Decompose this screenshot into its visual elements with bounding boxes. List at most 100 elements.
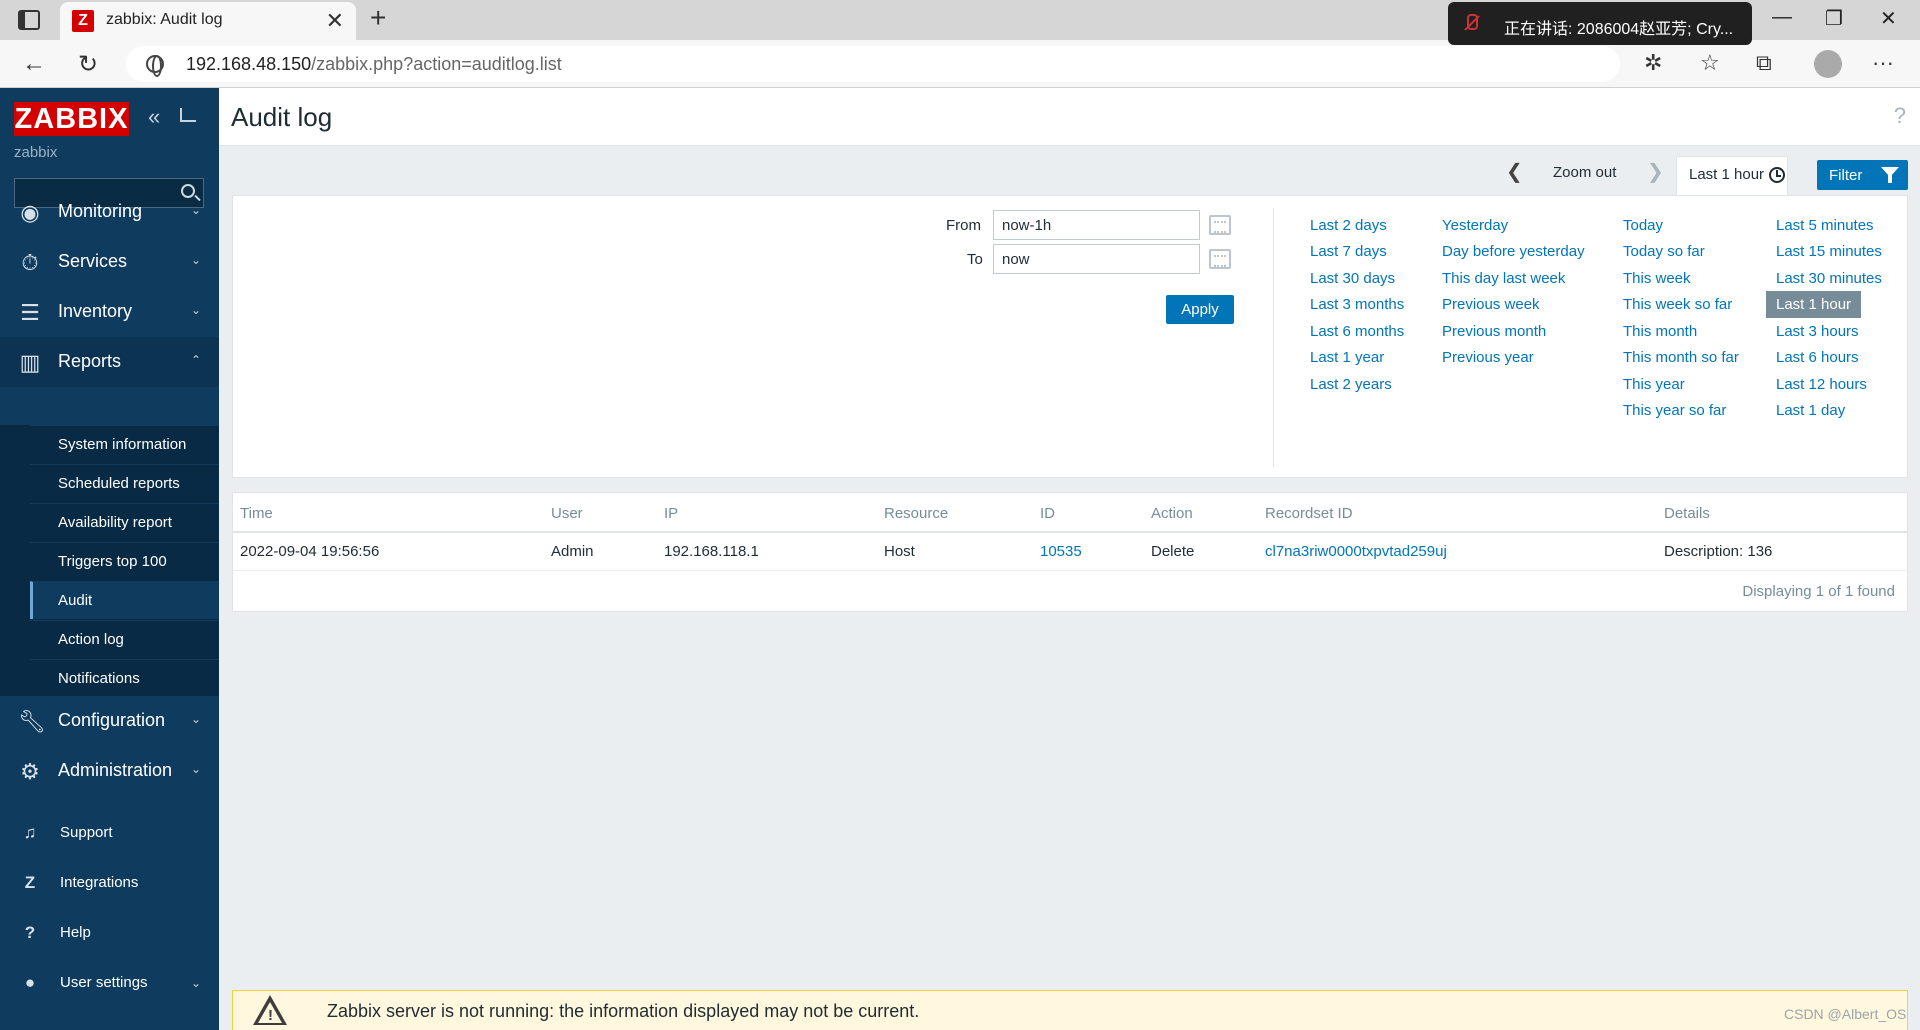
quick-range-link[interactable]: Last 6 hours: [1776, 349, 1859, 366]
from-input[interactable]: [993, 210, 1200, 240]
gear-icon: ⚙: [20, 759, 40, 784]
clock-icon: [1769, 167, 1785, 183]
quick-range-link[interactable]: Last 1 day: [1776, 402, 1845, 419]
menu-label: Support: [60, 824, 113, 841]
sidebar: ZABBIX « zabbix ◉ Monitoring ⌄ ⏱ Service…: [0, 88, 219, 1030]
zabbix-logo[interactable]: ZABBIX: [14, 102, 129, 136]
quick-range-link[interactable]: This month so far: [1623, 349, 1739, 366]
menu-reports[interactable]: ▥ Reports ⌃: [0, 337, 219, 387]
submenu-system-information[interactable]: System information: [30, 425, 219, 463]
column-header-time: Time: [240, 505, 273, 522]
quick-range-link[interactable]: Yesterday: [1442, 217, 1508, 234]
menu-integrations[interactable]: Z Integrations: [0, 863, 219, 903]
quick-range-link[interactable]: Last 2 years: [1310, 376, 1392, 393]
user-icon: ●: [24, 973, 36, 992]
filter-icon: [1881, 167, 1899, 183]
submenu-triggers-top-100[interactable]: Triggers top 100: [30, 542, 219, 580]
cell-id-link[interactable]: 10535: [1040, 543, 1082, 560]
tab-actions-icon[interactable]: [18, 10, 40, 30]
chevron-down-icon: ⌄: [190, 976, 201, 990]
new-tab-button[interactable]: +: [370, 2, 386, 34]
filter-divider: [1273, 208, 1274, 466]
time-filter-panel: From To Apply Last 2 days Last 7 days La…: [232, 195, 1908, 478]
quick-range-link[interactable]: Last 1 year: [1310, 349, 1384, 366]
cell-user: Admin: [551, 543, 594, 560]
chevron-right-icon[interactable]: ❯: [1647, 159, 1664, 184]
maximize-button[interactable]: ❐: [1825, 6, 1843, 31]
reload-icon[interactable]: ↻: [78, 50, 98, 79]
collapse-sidebar-icon[interactable]: «: [148, 104, 160, 130]
menu-label: Monitoring: [58, 201, 143, 221]
zoom-out-button[interactable]: Zoom out: [1553, 164, 1616, 181]
quick-range-link[interactable]: Previous week: [1442, 296, 1540, 313]
close-window-button[interactable]: ✕: [1880, 6, 1897, 31]
tab-close-icon[interactable]: ✕: [326, 8, 344, 34]
help-icon[interactable]: ?: [1894, 103, 1906, 129]
quick-range-link[interactable]: Previous month: [1442, 323, 1546, 340]
submenu-action-log[interactable]: Action log: [30, 620, 219, 658]
quick-range-link[interactable]: Last 5 minutes: [1776, 217, 1874, 234]
quick-range-link[interactable]: This day last week: [1442, 270, 1565, 287]
back-icon[interactable]: ←: [22, 50, 46, 78]
chevron-left-icon[interactable]: ❮: [1506, 159, 1523, 184]
address-bar-row: ← ↻ 192.168.48.150/zabbix.php?action=aud…: [0, 40, 1920, 88]
column-header-details: Details: [1664, 505, 1710, 522]
time-range-tab[interactable]: Last 1 hour: [1676, 156, 1788, 196]
quick-range-link[interactable]: Today: [1623, 217, 1663, 234]
menu-user-settings[interactable]: ● User settings ⌄: [0, 963, 219, 1003]
quick-range-link[interactable]: This year: [1623, 376, 1685, 393]
menu-administration[interactable]: ⚙ Administration ⌄: [0, 746, 219, 796]
menu-label: Configuration: [58, 710, 166, 730]
quick-range-link[interactable]: This month: [1623, 323, 1697, 340]
minimize-button[interactable]: —: [1772, 6, 1792, 29]
submenu-label: Scheduled reports: [58, 475, 180, 492]
collections-icon[interactable]: ⧉: [1756, 50, 1772, 76]
quick-range-link[interactable]: Last 30 days: [1310, 270, 1395, 287]
calendar-icon[interactable]: [1209, 215, 1231, 235]
menu-label: Reports: [58, 351, 122, 371]
quick-range-link[interactable]: Last 6 months: [1310, 323, 1404, 340]
submenu-notifications[interactable]: Notifications: [30, 659, 219, 697]
menu-inventory[interactable]: ☰ Inventory ⌄: [0, 287, 219, 337]
quick-range-link[interactable]: Previous year: [1442, 349, 1534, 366]
quick-range-link[interactable]: Today so far: [1623, 243, 1705, 260]
quick-range-link[interactable]: Last 2 days: [1310, 217, 1387, 234]
filter-tab-button[interactable]: Filter: [1817, 160, 1908, 190]
favorites-icon[interactable]: ☆: [1700, 50, 1720, 76]
menu-monitoring[interactable]: ◉ Monitoring ⌄: [0, 187, 219, 237]
column-header-id: ID: [1040, 505, 1055, 522]
quick-range-link[interactable]: Last 7 days: [1310, 243, 1387, 260]
quick-range-link[interactable]: Day before yesterday: [1442, 243, 1585, 260]
menu-configuration[interactable]: 🔧︎ Configuration ⌄: [0, 696, 219, 746]
menu-help[interactable]: ? Help: [0, 913, 219, 953]
quick-range-selected[interactable]: Last 1 hour: [1766, 291, 1862, 318]
quick-range-link[interactable]: Last 30 minutes: [1776, 270, 1882, 287]
profile-avatar[interactable]: [1814, 50, 1842, 78]
browser-tab[interactable]: Z zabbix: Audit log ✕: [60, 2, 356, 40]
cell-details: Description: 136: [1664, 543, 1773, 560]
calendar-icon[interactable]: [1209, 249, 1231, 269]
cell-recordset-id-link[interactable]: cl7na3riw0000txpvtad259uj: [1265, 543, 1447, 560]
more-menu-icon[interactable]: ···: [1872, 50, 1894, 76]
submenu-label: System information: [58, 436, 187, 453]
extensions-icon[interactable]: ✲: [1644, 50, 1662, 76]
to-input[interactable]: [993, 244, 1200, 274]
reports-submenu: System information Scheduled reports Ava…: [0, 425, 219, 696]
submenu-availability-report[interactable]: Availability report: [30, 503, 219, 541]
submenu-scheduled-reports[interactable]: Scheduled reports: [30, 464, 219, 502]
quick-range-link[interactable]: Last 3 months: [1310, 296, 1404, 313]
menu-services[interactable]: ⏱ Services ⌄: [0, 237, 219, 287]
column-header-user: User: [551, 505, 583, 522]
quick-range-link[interactable]: This year so far: [1623, 402, 1726, 419]
url-field[interactable]: 192.168.48.150/zabbix.php?action=auditlo…: [126, 46, 1620, 82]
submenu-audit[interactable]: Audit: [30, 581, 219, 619]
menu-support[interactable]: ♫ Support: [0, 813, 219, 853]
kiosk-mode-icon[interactable]: [180, 108, 196, 122]
quick-range-link[interactable]: Last 12 hours: [1776, 376, 1867, 393]
quick-range-link[interactable]: This week: [1623, 270, 1691, 287]
quick-range-link[interactable]: Last 15 minutes: [1776, 243, 1882, 260]
apply-button[interactable]: Apply: [1166, 295, 1234, 324]
meeting-notification[interactable]: 正在讲话: 2086004赵亚芳; Cry...: [1448, 2, 1752, 45]
quick-range-link[interactable]: Last 3 hours: [1776, 323, 1859, 340]
quick-range-link[interactable]: This week so far: [1623, 296, 1732, 313]
